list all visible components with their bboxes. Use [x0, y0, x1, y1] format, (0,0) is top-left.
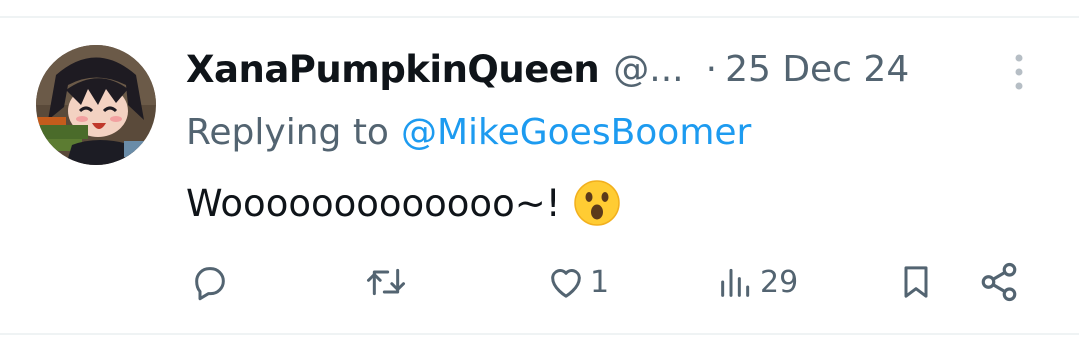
tweet-header: XanaPumpkinQueen @... · 25 Dec 24 — [186, 44, 909, 94]
like-count: 1 — [590, 264, 610, 300]
views-button[interactable]: 29 — [716, 256, 798, 308]
analytics-icon — [716, 262, 756, 302]
separator-dot: · — [705, 48, 718, 90]
avatar[interactable] — [36, 45, 156, 165]
bottom-divider — [0, 333, 1079, 335]
replying-to-line: Replying to @MikeGoesBoomer — [186, 108, 751, 156]
reply-mention-link[interactable]: @MikeGoesBoomer — [401, 112, 751, 153]
replying-to-label: Replying to — [186, 111, 389, 153]
author-display-name[interactable]: XanaPumpkinQueen — [186, 48, 600, 91]
comment-icon — [190, 262, 230, 302]
reply-button[interactable] — [190, 256, 230, 308]
astonished-face-icon — [573, 179, 621, 227]
retweet-button[interactable] — [364, 256, 408, 308]
tweet-text: Wooooooooooooo~! — [186, 181, 561, 225]
heart-icon — [546, 262, 586, 302]
bookmark-button[interactable] — [896, 256, 936, 308]
tweet-body: Wooooooooooooo~! — [186, 178, 621, 228]
views-count: 29 — [760, 264, 799, 300]
share-icon — [978, 261, 1020, 303]
author-handle[interactable]: @... — [613, 49, 683, 90]
more-options-icon[interactable] — [1008, 52, 1030, 92]
share-button[interactable] — [978, 256, 1020, 308]
retweet-icon — [364, 262, 408, 302]
top-divider — [0, 16, 1079, 18]
bookmark-icon — [896, 262, 936, 302]
like-button[interactable]: 1 — [546, 256, 609, 308]
tweet-timestamp[interactable]: 25 Dec 24 — [725, 49, 909, 90]
